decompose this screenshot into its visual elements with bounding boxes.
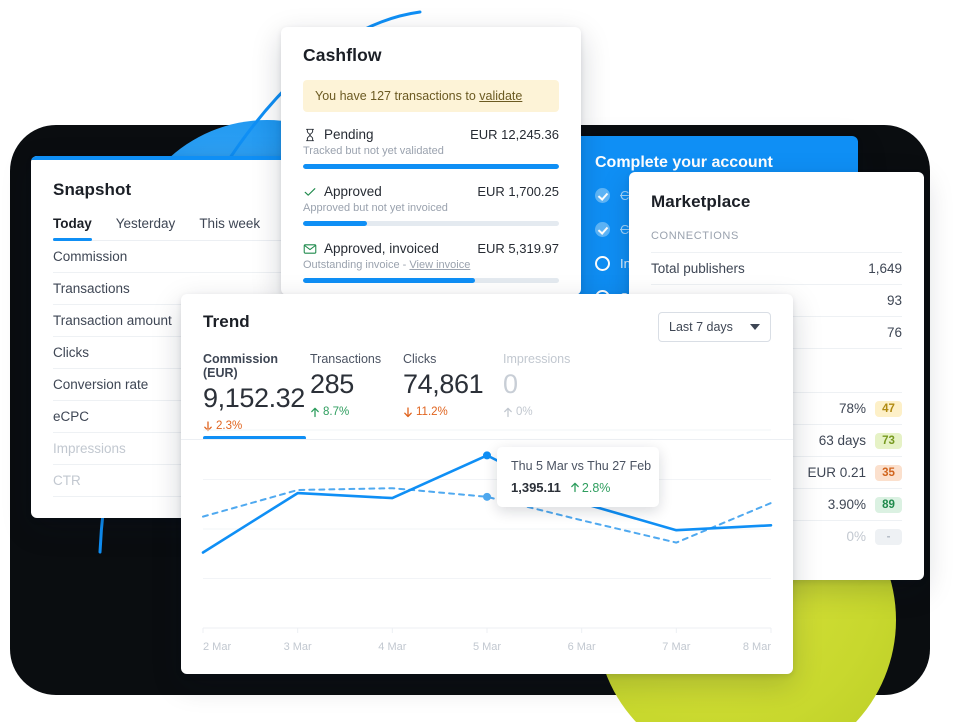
svg-text:6 Mar: 6 Mar — [568, 641, 596, 653]
cashflow-item-amount: EUR 5,319.97 — [477, 241, 559, 256]
kpi-label: Commission (EUR) — [203, 352, 279, 380]
cashflow-progress-bar — [303, 278, 559, 283]
snapshot-row-label: CTR — [53, 473, 81, 488]
marketplace-row-total-publishers: Total publishers 1,649 — [651, 252, 902, 284]
tooltip-value: 1,395.11 — [511, 480, 561, 495]
chart-tooltip: Thu 5 Mar vs Thu 27 Feb 1,395.11 2.8% — [497, 447, 659, 507]
cashflow-progress-bar — [303, 221, 559, 226]
marketplace-row-badge: 35 — [875, 464, 902, 481]
tooltip-delta: 2.8% — [570, 480, 611, 495]
tab-this-week[interactable]: This week — [199, 216, 260, 240]
highlight-dot-previous — [483, 492, 491, 501]
kpi-value: 285 — [310, 369, 354, 399]
svg-text:2 Mar: 2 Mar — [203, 641, 231, 653]
cashflow-item-amount: EUR 1,700.25 — [477, 184, 559, 199]
cashflow-item-label: Approved, invoiced — [324, 241, 439, 256]
cashflow-item-label: Approved — [324, 184, 382, 199]
trend-title: Trend — [203, 312, 250, 331]
check-icon — [304, 187, 316, 196]
view-invoice-link[interactable]: View invoice — [409, 259, 470, 271]
marketplace-row-value: 63 days — [818, 433, 866, 448]
cashflow-item-approved-invoiced: Approved, invoiced EUR 5,319.97 Outstand… — [303, 241, 559, 283]
snapshot-row-label: Impressions — [53, 441, 126, 456]
cashflow-item-sub: Approved but not yet invoiced — [303, 202, 448, 214]
chart-axis-ticks — [202, 627, 772, 633]
tooltip-title: Thu 5 Mar vs Thu 27 Feb — [511, 459, 652, 473]
cashflow-card: Cashflow You have 127 transactions to va… — [281, 27, 581, 295]
cashflow-title: Cashflow — [303, 45, 382, 65]
kpi-value: 0 — [503, 369, 518, 399]
kpi-label: Impressions — [503, 352, 571, 366]
svg-text:3 Mar: 3 Mar — [284, 641, 312, 653]
date-range-value: Last 7 days — [669, 320, 733, 334]
marketplace-row-right: 3.90% 89 — [827, 496, 902, 513]
cashflow-item-amount: EUR 12,245.36 — [470, 127, 559, 142]
marketplace-section-label: CONNECTIONS — [651, 230, 739, 242]
cashflow-alert-text: You have 127 transactions to — [315, 89, 480, 103]
marketplace-row-right: 63 days 73 — [818, 432, 902, 449]
marketplace-row-value: 3.90% — [827, 497, 866, 512]
cashflow-item-sub: Outstanding invoice - — [303, 259, 410, 271]
tooltip-delta-value: 2.8% — [581, 480, 611, 495]
snapshot-row-label: Commission — [53, 249, 128, 264]
svg-text:4 Mar: 4 Mar — [378, 641, 406, 653]
marketplace-row-badge: - — [875, 528, 902, 545]
empty-circle-icon — [595, 256, 610, 271]
svg-text:7 Mar: 7 Mar — [662, 641, 690, 653]
cashflow-item-pending: Pending EUR 12,245.36 Tracked but not ye… — [303, 127, 559, 169]
marketplace-row-value: 93 — [886, 293, 902, 308]
marketplace-row-value: 0% — [846, 529, 866, 544]
kpi-value: 74,861 — [403, 369, 484, 399]
chart-x-labels: 2 Mar 3 Mar 4 Mar 5 Mar 6 Mar 7 Mar 8 Mar — [203, 641, 771, 653]
cashflow-item-label-wrap: Pending — [303, 127, 374, 142]
marketplace-row-value: EUR 0.21 — [807, 465, 866, 480]
cashflow-item-sub-wrap: Outstanding invoice - View invoice — [303, 259, 559, 271]
marketplace-row-value: 1,649 — [868, 261, 902, 276]
cashflow-item-label-wrap: Approved — [303, 184, 382, 199]
arrow-up-icon — [571, 482, 579, 493]
snapshot-row-label: Clicks — [53, 345, 89, 360]
snapshot-row-label: eCPC — [53, 409, 90, 424]
cashflow-item-label-wrap: Approved, invoiced — [303, 241, 439, 256]
trend-card: Trend Last 7 days Commission (EUR) 9,152… — [181, 294, 793, 674]
cashflow-item-approved: Approved EUR 1,700.25 Approved but not y… — [303, 184, 559, 226]
trend-chart-svg: 2 Mar 3 Mar 4 Mar 5 Mar 6 Mar 7 Mar 8 Mar — [201, 429, 773, 653]
cashflow-alert: You have 127 transactions to validate — [303, 80, 559, 112]
cashflow-item-label: Pending — [324, 127, 374, 142]
kpi-label: Transactions — [310, 352, 382, 366]
trend-chart: 2 Mar 3 Mar 4 Mar 5 Mar 6 Mar 7 Mar 8 Mar — [181, 410, 793, 674]
tab-yesterday[interactable]: Yesterday — [116, 216, 176, 240]
screenshot-stage: Snapshot Today Yesterday This week This … — [0, 0, 960, 722]
marketplace-row-badge: 89 — [875, 496, 902, 513]
check-circle-icon — [595, 222, 610, 237]
marketplace-row-label: Total publishers — [651, 261, 745, 276]
check-circle-icon — [595, 188, 610, 203]
account-card-title: Complete your account — [595, 154, 773, 171]
cashflow-item-sub: Tracked but not yet validated — [303, 145, 444, 157]
marketplace-row-value: 78% — [838, 401, 866, 416]
chevron-down-icon — [750, 324, 760, 330]
validate-link[interactable]: validate — [479, 89, 522, 103]
marketplace-row-value: 76 — [886, 325, 902, 340]
svg-text:5 Mar: 5 Mar — [473, 641, 501, 653]
svg-text:8 Mar: 8 Mar — [743, 641, 771, 653]
kpi-label: Clicks — [403, 352, 437, 366]
hourglass-icon — [306, 128, 314, 141]
marketplace-row-badge: 73 — [875, 432, 902, 449]
snapshot-row-label: Transaction amount — [53, 313, 172, 328]
highlight-dot-current — [483, 451, 491, 460]
cashflow-progress-bar — [303, 164, 559, 169]
envelope-icon — [303, 243, 317, 254]
marketplace-row-right: 0% - — [846, 528, 902, 545]
marketplace-row-right: EUR 0.21 35 — [807, 464, 902, 481]
marketplace-row-badge: 47 — [875, 400, 902, 417]
marketplace-row-right: 78% 47 — [838, 400, 902, 417]
snapshot-row-label: Transactions — [53, 281, 130, 296]
tab-today[interactable]: Today — [53, 216, 92, 241]
marketplace-title: Marketplace — [651, 192, 751, 211]
snapshot-row-label: Conversion rate — [53, 377, 149, 392]
date-range-select[interactable]: Last 7 days — [658, 312, 771, 342]
